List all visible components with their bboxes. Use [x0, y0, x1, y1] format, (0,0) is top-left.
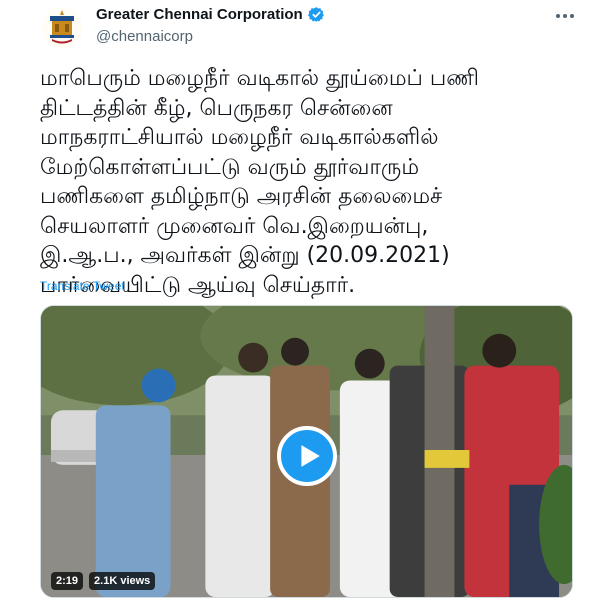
translate-tweet-link[interactable]: Translate Tweet [40, 279, 125, 293]
tweet-text-line: மேற்கொள்ளப்பட்டு வரும் தூர்வாரும் [40, 154, 420, 180]
tweet-card: Greater Chennai Corporation @chennaicorp… [0, 0, 600, 600]
video-views: 2.1K views [89, 572, 156, 590]
avatar[interactable] [38, 4, 86, 52]
account-handle[interactable]: @chennaicorp [96, 28, 325, 45]
author-info: Greater Chennai Corporation @chennaicorp [96, 6, 325, 45]
video-badges: 2:19 2.1K views [51, 572, 156, 590]
tweet-text-line: திட்டத்தின் கீழ், பெருநகர சென்னை [40, 95, 393, 121]
tweet-text-line: பணிகளை தமிழ்நாடு அரசின் தலைமைச் [40, 184, 443, 209]
more-horizontal-icon-dot [570, 14, 574, 18]
more-options-button[interactable] [552, 8, 578, 24]
more-horizontal-icon-dot [563, 14, 567, 18]
tweet-text-line: செயலாளர் முனைவர் வெ.இறையன்பு, [40, 213, 429, 239]
tweet-text: மாபெரும் மழைநீர் வடிகால் தூய்மைப் பணி தி… [40, 64, 580, 300]
tweet-text-line: மாநகராட்சியால் மழைநீர் வடிகால்களில் [40, 125, 439, 150]
tweet-text-line: மாபெரும் மழைநீர் வடிகால் தூய்மைப் பணி [40, 66, 479, 91]
author-name-row: Greater Chennai Corporation [96, 6, 325, 23]
video-player[interactable]: 2:19 2.1K views [40, 305, 573, 598]
play-button[interactable] [277, 426, 337, 486]
verified-badge-icon [307, 7, 324, 22]
play-icon [301, 445, 320, 467]
more-horizontal-icon [556, 14, 560, 18]
tweet-text-line: இ.ஆ.ப., அவர்கள் இன்று (20.09.2021) [40, 243, 450, 268]
video-duration: 2:19 [51, 572, 84, 590]
account-name[interactable]: Greater Chennai Corporation [96, 6, 303, 23]
corporation-seal-icon [41, 7, 83, 49]
